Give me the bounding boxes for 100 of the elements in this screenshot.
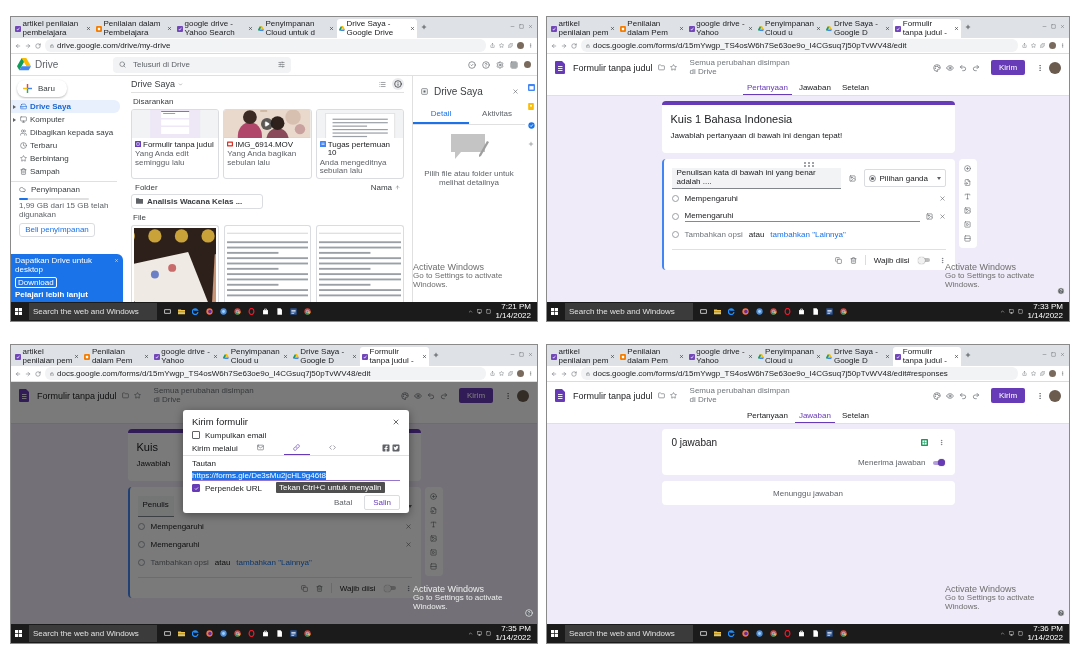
help-icon[interactable]	[482, 60, 490, 69]
close-icon[interactable]	[410, 26, 415, 31]
form-tab[interactable]: Pertanyaan	[742, 81, 792, 95]
close-icon[interactable]	[885, 26, 891, 31]
avatar[interactable]	[517, 370, 524, 377]
maximize-icon[interactable]	[1051, 24, 1056, 29]
nav-item[interactable]: Dibagikan kepada saya	[11, 126, 120, 139]
close-icon[interactable]	[678, 26, 684, 31]
browser-tab[interactable]: artikel penilaian pem	[549, 347, 617, 366]
close-icon[interactable]	[143, 354, 149, 359]
chevron-up-icon[interactable]	[1000, 631, 1006, 636]
text-icon[interactable]	[430, 521, 437, 528]
caret-icon[interactable]	[407, 504, 412, 508]
chevron-up-icon[interactable]	[1000, 309, 1006, 314]
star-icon[interactable]	[133, 392, 141, 399]
search-bar[interactable]: Telusuri di Drive	[113, 56, 291, 73]
chevron-up-icon[interactable]	[468, 631, 474, 636]
folder-icon[interactable]	[714, 308, 721, 315]
details-tab[interactable]: Aktivitas	[469, 105, 525, 124]
learn-more-link[interactable]: Pelajari lebih lanjut	[15, 290, 88, 299]
browser-tab[interactable]: Penilaian dalam Pem	[617, 19, 686, 38]
star-icon[interactable]	[669, 392, 677, 399]
form-tab[interactable]: Setelan	[837, 81, 874, 95]
folder-item[interactable]: Analisis Wacana Kelas ...	[131, 193, 263, 209]
video-icon[interactable]	[964, 221, 971, 228]
bag-icon[interactable]	[262, 308, 269, 315]
folder-icon[interactable]	[178, 630, 185, 637]
address-field[interactable]: docs.google.com/forms/d/15mYwgp_TS4osW6h7Se63oe9o_I4CGsuq7j50pTvWV48/edit#responses	[581, 367, 1018, 380]
minimize-icon[interactable]	[510, 24, 515, 29]
search-field[interactable]: Search the web and Windows	[565, 625, 693, 642]
start-icon[interactable]	[15, 630, 22, 637]
close-icon[interactable]	[74, 354, 80, 359]
browser-icon[interactable]	[304, 308, 311, 315]
browser-tab[interactable]: Drive Saya - Google Drive	[337, 19, 417, 38]
drag-handle-icon[interactable]	[803, 161, 814, 167]
remove-icon[interactable]	[404, 540, 412, 548]
buy-storage-button[interactable]: Beli penyimpanan	[19, 222, 95, 237]
facebook-icon[interactable]	[382, 444, 390, 452]
browser-tab[interactable]: Penilaian dalam Pembelajara	[94, 19, 174, 38]
network-icon[interactable]	[477, 309, 483, 314]
browser-icon[interactable]	[234, 308, 241, 315]
back-icon[interactable]	[15, 370, 21, 377]
document-icon[interactable]	[290, 308, 297, 315]
more-icon[interactable]	[1060, 43, 1065, 48]
close-icon[interactable]	[609, 354, 615, 359]
palette-icon[interactable]	[401, 391, 409, 400]
form-heading[interactable]: Kuis	[136, 441, 158, 453]
settings-icon[interactable]	[496, 60, 504, 69]
image-icon[interactable]	[848, 174, 856, 182]
nav-item[interactable]: Terbaru	[11, 139, 120, 152]
document-icon[interactable]	[812, 308, 819, 315]
reload-icon[interactable]	[35, 42, 41, 49]
avatar[interactable]	[1049, 61, 1061, 74]
browser-icon[interactable]	[770, 630, 777, 637]
spreadsheet-icon[interactable]	[920, 439, 928, 446]
check-icon[interactable]	[527, 122, 535, 129]
text-icon[interactable]	[964, 193, 971, 200]
start-icon[interactable]	[551, 308, 558, 315]
browser-tab[interactable]: artikel penilaian pem	[549, 19, 617, 38]
send-button[interactable]: Kirim	[991, 388, 1025, 403]
image-icon[interactable]	[964, 207, 971, 214]
duplicate-icon[interactable]	[834, 256, 842, 264]
option-field[interactable]: Memengaruhi	[150, 539, 200, 549]
more-icon[interactable]	[528, 371, 533, 376]
forward-icon[interactable]	[25, 370, 31, 377]
close-icon[interactable]	[352, 354, 358, 359]
browser-tab[interactable]: Drive Saya - Google D	[290, 347, 360, 366]
browser-tab[interactable]: Penyimpanan Cloud u	[755, 347, 824, 366]
document-icon[interactable]	[276, 308, 283, 315]
new-button[interactable]: Baru	[17, 80, 67, 97]
network-icon[interactable]	[1009, 309, 1015, 314]
duplicate-icon[interactable]	[300, 584, 308, 592]
task-view-icon[interactable]	[700, 630, 707, 637]
close-icon[interactable]	[609, 26, 615, 31]
checkbox[interactable]	[192, 484, 200, 492]
send-method-tab[interactable]	[283, 441, 310, 455]
folder-icon[interactable]	[714, 630, 721, 637]
browser-tab[interactable]: artikel penilaian pem	[13, 347, 82, 366]
chevron-up-icon[interactable]	[468, 309, 474, 314]
browser-tab[interactable]: Penyimpanan Cloud u	[221, 347, 290, 366]
minimize-icon[interactable]	[1042, 352, 1047, 357]
check-circle-icon[interactable]	[468, 60, 476, 69]
browser-tab[interactable]: Formulir tanpa judul -	[893, 347, 962, 366]
minimize-icon[interactable]	[1042, 24, 1047, 29]
question-field[interactable]: Penulis	[137, 495, 174, 517]
option-field[interactable]: Memengaruhi	[684, 210, 920, 222]
task-view-icon[interactable]	[164, 630, 171, 637]
browser-tab[interactable]: Drive Saya - Google D	[824, 347, 893, 366]
copy-button[interactable]: Salin	[364, 494, 400, 510]
maximize-icon[interactable]	[519, 24, 524, 29]
avatar[interactable]	[1049, 389, 1061, 402]
back-icon[interactable]	[551, 370, 557, 377]
back-icon[interactable]	[15, 42, 21, 49]
new-tab-icon[interactable]	[965, 351, 972, 358]
close-icon[interactable]	[885, 354, 891, 359]
address-field[interactable]: docs.google.com/forms/d/15mYwgp_TS4osW6h7Se63oe9o_I4CGsuq7j50pTvWV48/edit	[45, 367, 486, 380]
video-icon[interactable]	[430, 549, 437, 556]
forward-icon[interactable]	[25, 42, 31, 49]
sort-button[interactable]: Nama	[370, 182, 400, 192]
undo-icon[interactable]	[427, 391, 435, 400]
